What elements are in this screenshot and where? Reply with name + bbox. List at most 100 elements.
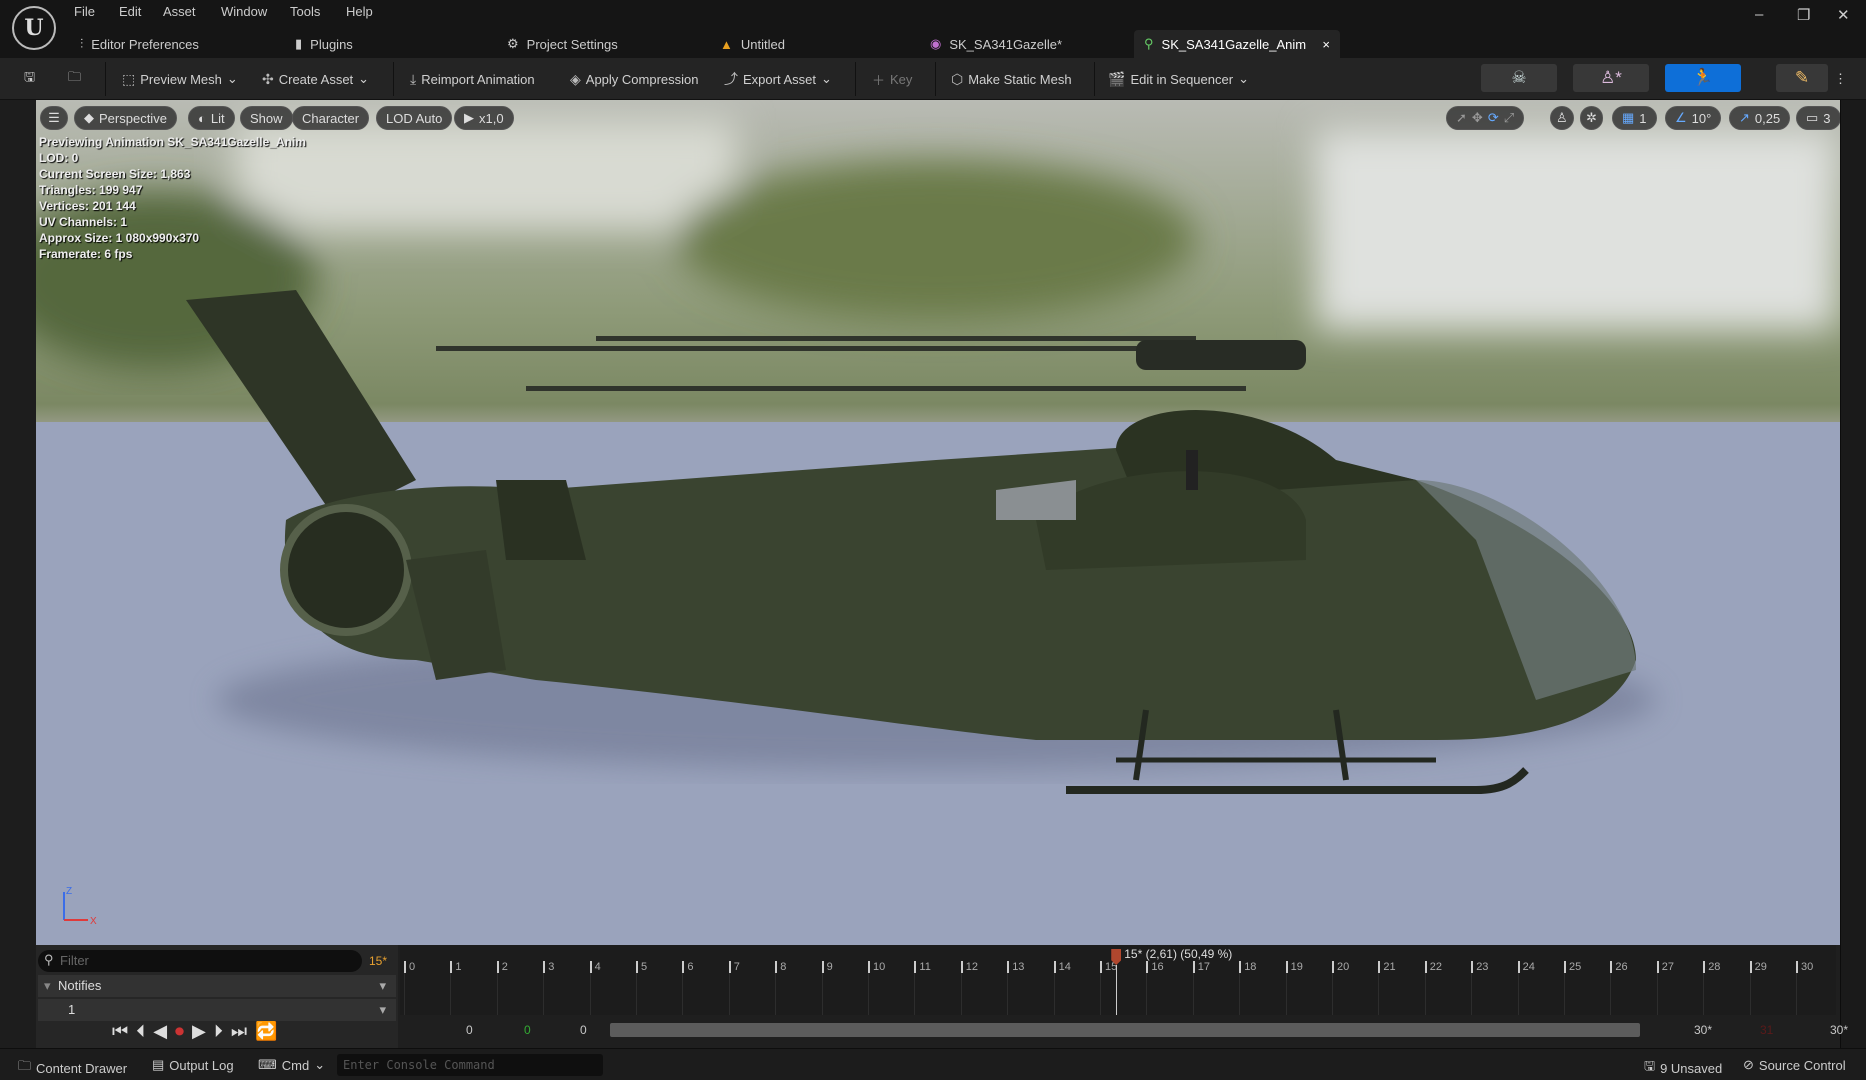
minimize-icon[interactable]: –: [1755, 6, 1763, 23]
start-value[interactable]: 0: [466, 1023, 473, 1037]
menu-asset[interactable]: Asset: [163, 4, 196, 19]
key-button[interactable]: ＋ Key: [872, 66, 912, 92]
character-button[interactable]: Character: [292, 106, 370, 130]
skip-to-start-icon[interactable]: ⏮: [112, 1021, 128, 1042]
scale-snap-button[interactable]: ↗ 0,25: [1729, 106, 1791, 130]
lit-button[interactable]: ◐ Lit: [188, 106, 235, 130]
cmd-button[interactable]: ⌨ Cmd ⌄: [258, 1057, 325, 1073]
close-window-icon[interactable]: ✕: [1837, 6, 1850, 24]
tab-label: Plugins: [310, 36, 353, 52]
unsaved-button[interactable]: 🖫 9 Unsaved: [1644, 1057, 1722, 1079]
end-value[interactable]: 30*: [1694, 1023, 1712, 1037]
tab-untitled[interactable]: ▲ Untitled: [710, 30, 795, 58]
folder-icon: 🗀: [18, 1058, 32, 1073]
step-forward-icon[interactable]: ⏵: [214, 1021, 223, 1042]
blueprint-icon: ✎: [1794, 68, 1810, 87]
start-value[interactable]: 0: [580, 1023, 587, 1037]
end-value[interactable]: 31: [1760, 1023, 1773, 1037]
grid-line: [1100, 973, 1101, 1015]
output-log-button[interactable]: ▤ Output Log: [152, 1057, 234, 1073]
mesh-mode-button[interactable]: ♙*: [1573, 64, 1649, 92]
details-panel-collapsed[interactable]: [1840, 100, 1866, 1048]
menu-file[interactable]: File: [74, 4, 95, 19]
tab-project-settings[interactable]: ⚙ Project Settings: [497, 30, 628, 58]
filter-input[interactable]: Filter: [38, 950, 362, 972]
viewport[interactable]: Z X ☰ ◆ Perspective ◐ Lit Show Character L…: [36, 100, 1840, 945]
edit-in-sequencer-button[interactable]: 🎬 Edit in Sequencer ⌄: [1108, 66, 1249, 92]
loop-icon[interactable]: 🔁: [255, 1021, 277, 1042]
create-asset-button[interactable]: ✣ Create Asset ⌄: [262, 66, 369, 92]
notify-track-1[interactable]: 1 ▾: [38, 999, 396, 1021]
divider: [105, 62, 106, 96]
unreal-logo[interactable]: U: [12, 6, 56, 50]
transform-tools[interactable]: ➚ ✥ ⟳ ⤢: [1446, 106, 1525, 130]
select-icon[interactable]: ➚: [1456, 110, 1467, 126]
tab-skeletal-mesh[interactable]: ◉ SK_SA341Gazelle*: [920, 30, 1072, 58]
animation-mode-button[interactable]: 🏃: [1665, 64, 1741, 92]
skeleton-mode-button[interactable]: ☠: [1481, 64, 1557, 92]
grid-snap-button[interactable]: ▦ 1: [1612, 106, 1657, 130]
local-space-button[interactable]: ♙: [1550, 106, 1574, 130]
grid-line: [775, 973, 777, 1015]
menu-tools[interactable]: Tools: [290, 4, 320, 19]
viewport-menu-button[interactable]: ☰: [40, 106, 68, 130]
tab-label: Untitled: [740, 36, 785, 52]
angle-snap-button[interactable]: ∠ 10°: [1665, 106, 1722, 130]
export-asset-button[interactable]: ⤴ Export Asset ⌄: [724, 66, 832, 92]
tab-editor-preferences[interactable]: ⫶ Editor Preferences: [70, 30, 209, 58]
perspective-button[interactable]: ◆ Perspective: [74, 106, 177, 130]
label: Output Log: [169, 1057, 234, 1073]
timeline-ruler[interactable]: 0 1 2 3 4 5 6 7 8 9 10 11 12 13 14 15 16 17 18 19 20 21 22 23 24…: [400, 945, 1836, 1015]
create-icon: ✣: [262, 70, 274, 87]
dropdown-icon[interactable]: ▾: [379, 975, 386, 997]
rotate-icon[interactable]: ⟳: [1488, 110, 1499, 126]
range-scrollbar[interactable]: [610, 1023, 1640, 1037]
grid-line: [1192, 973, 1194, 1015]
step-back-icon[interactable]: ⏴: [136, 1021, 145, 1042]
reimport-animation-button[interactable]: ⤓ Reimport Animation: [410, 66, 535, 92]
grid-line: [404, 973, 405, 1015]
tab-plugins[interactable]: ▮ Plugins: [285, 30, 363, 58]
save-icon[interactable]: 🖫: [24, 66, 35, 92]
notifies-track[interactable]: Notifies ▾ ▾: [38, 975, 396, 997]
camera-speed-button[interactable]: ▭ 3: [1796, 106, 1840, 130]
blueprint-mode-button[interactable]: ✎: [1776, 64, 1828, 92]
scale-icon[interactable]: ⤢: [1504, 110, 1514, 126]
frame-tick: 24: [1517, 961, 1535, 973]
play-rate-button[interactable]: ▶ x1,0: [454, 106, 514, 130]
surface-snap-button[interactable]: ✲: [1580, 106, 1603, 130]
menu-help[interactable]: Help: [346, 4, 373, 19]
source-control-button[interactable]: ⊘ Source Control: [1743, 1057, 1846, 1073]
move-icon[interactable]: ✥: [1472, 110, 1483, 126]
menu-edit[interactable]: Edit: [119, 4, 141, 19]
make-static-mesh-button[interactable]: ⬡ Make Static Mesh: [951, 66, 1072, 92]
divider: [855, 62, 856, 96]
start-value[interactable]: 0: [524, 1023, 531, 1037]
static-mesh-icon: ⬡: [951, 70, 964, 87]
scale-snap-icon: ↗: [1739, 110, 1750, 125]
grid-line: [1656, 973, 1658, 1015]
hamburger-icon: ☰: [48, 110, 60, 125]
show-button[interactable]: Show: [240, 106, 293, 130]
lod-button[interactable]: LOD Auto: [376, 106, 453, 130]
record-icon[interactable]: ⏺: [175, 1021, 184, 1042]
end-value[interactable]: 30*: [1830, 1023, 1848, 1037]
menu-window[interactable]: Window: [221, 4, 267, 19]
maximize-icon[interactable]: ❐: [1797, 6, 1810, 24]
preview-mesh-button[interactable]: ⬚ Preview Mesh ⌄: [122, 66, 238, 92]
scene: Z X: [36, 120, 1840, 945]
skip-to-end-icon[interactable]: ⏭: [231, 1021, 247, 1042]
browse-icon[interactable]: 🗀: [68, 66, 81, 92]
play-reverse-icon[interactable]: ◀: [153, 1021, 167, 1042]
tab-animation[interactable]: ⚲ SK_SA341Gazelle_Anim ×: [1134, 30, 1340, 58]
close-tab-icon[interactable]: ×: [1322, 37, 1330, 52]
reimport-icon: ⤓: [410, 70, 417, 87]
content-drawer-button[interactable]: 🗀 Content Drawer: [18, 1057, 127, 1079]
console-input[interactable]: Enter Console Command: [337, 1054, 603, 1076]
apply-compression-button[interactable]: ◈ Apply Compression: [570, 66, 699, 92]
dropdown-icon[interactable]: ▾: [379, 999, 386, 1021]
play-icon[interactable]: ▶: [192, 1021, 206, 1042]
mesh-figure-icon: ♙*: [1600, 68, 1622, 87]
tab-label: SK_SA341Gazelle_Anim: [1161, 36, 1307, 52]
more-options-icon[interactable]: ⋮: [1834, 66, 1847, 92]
